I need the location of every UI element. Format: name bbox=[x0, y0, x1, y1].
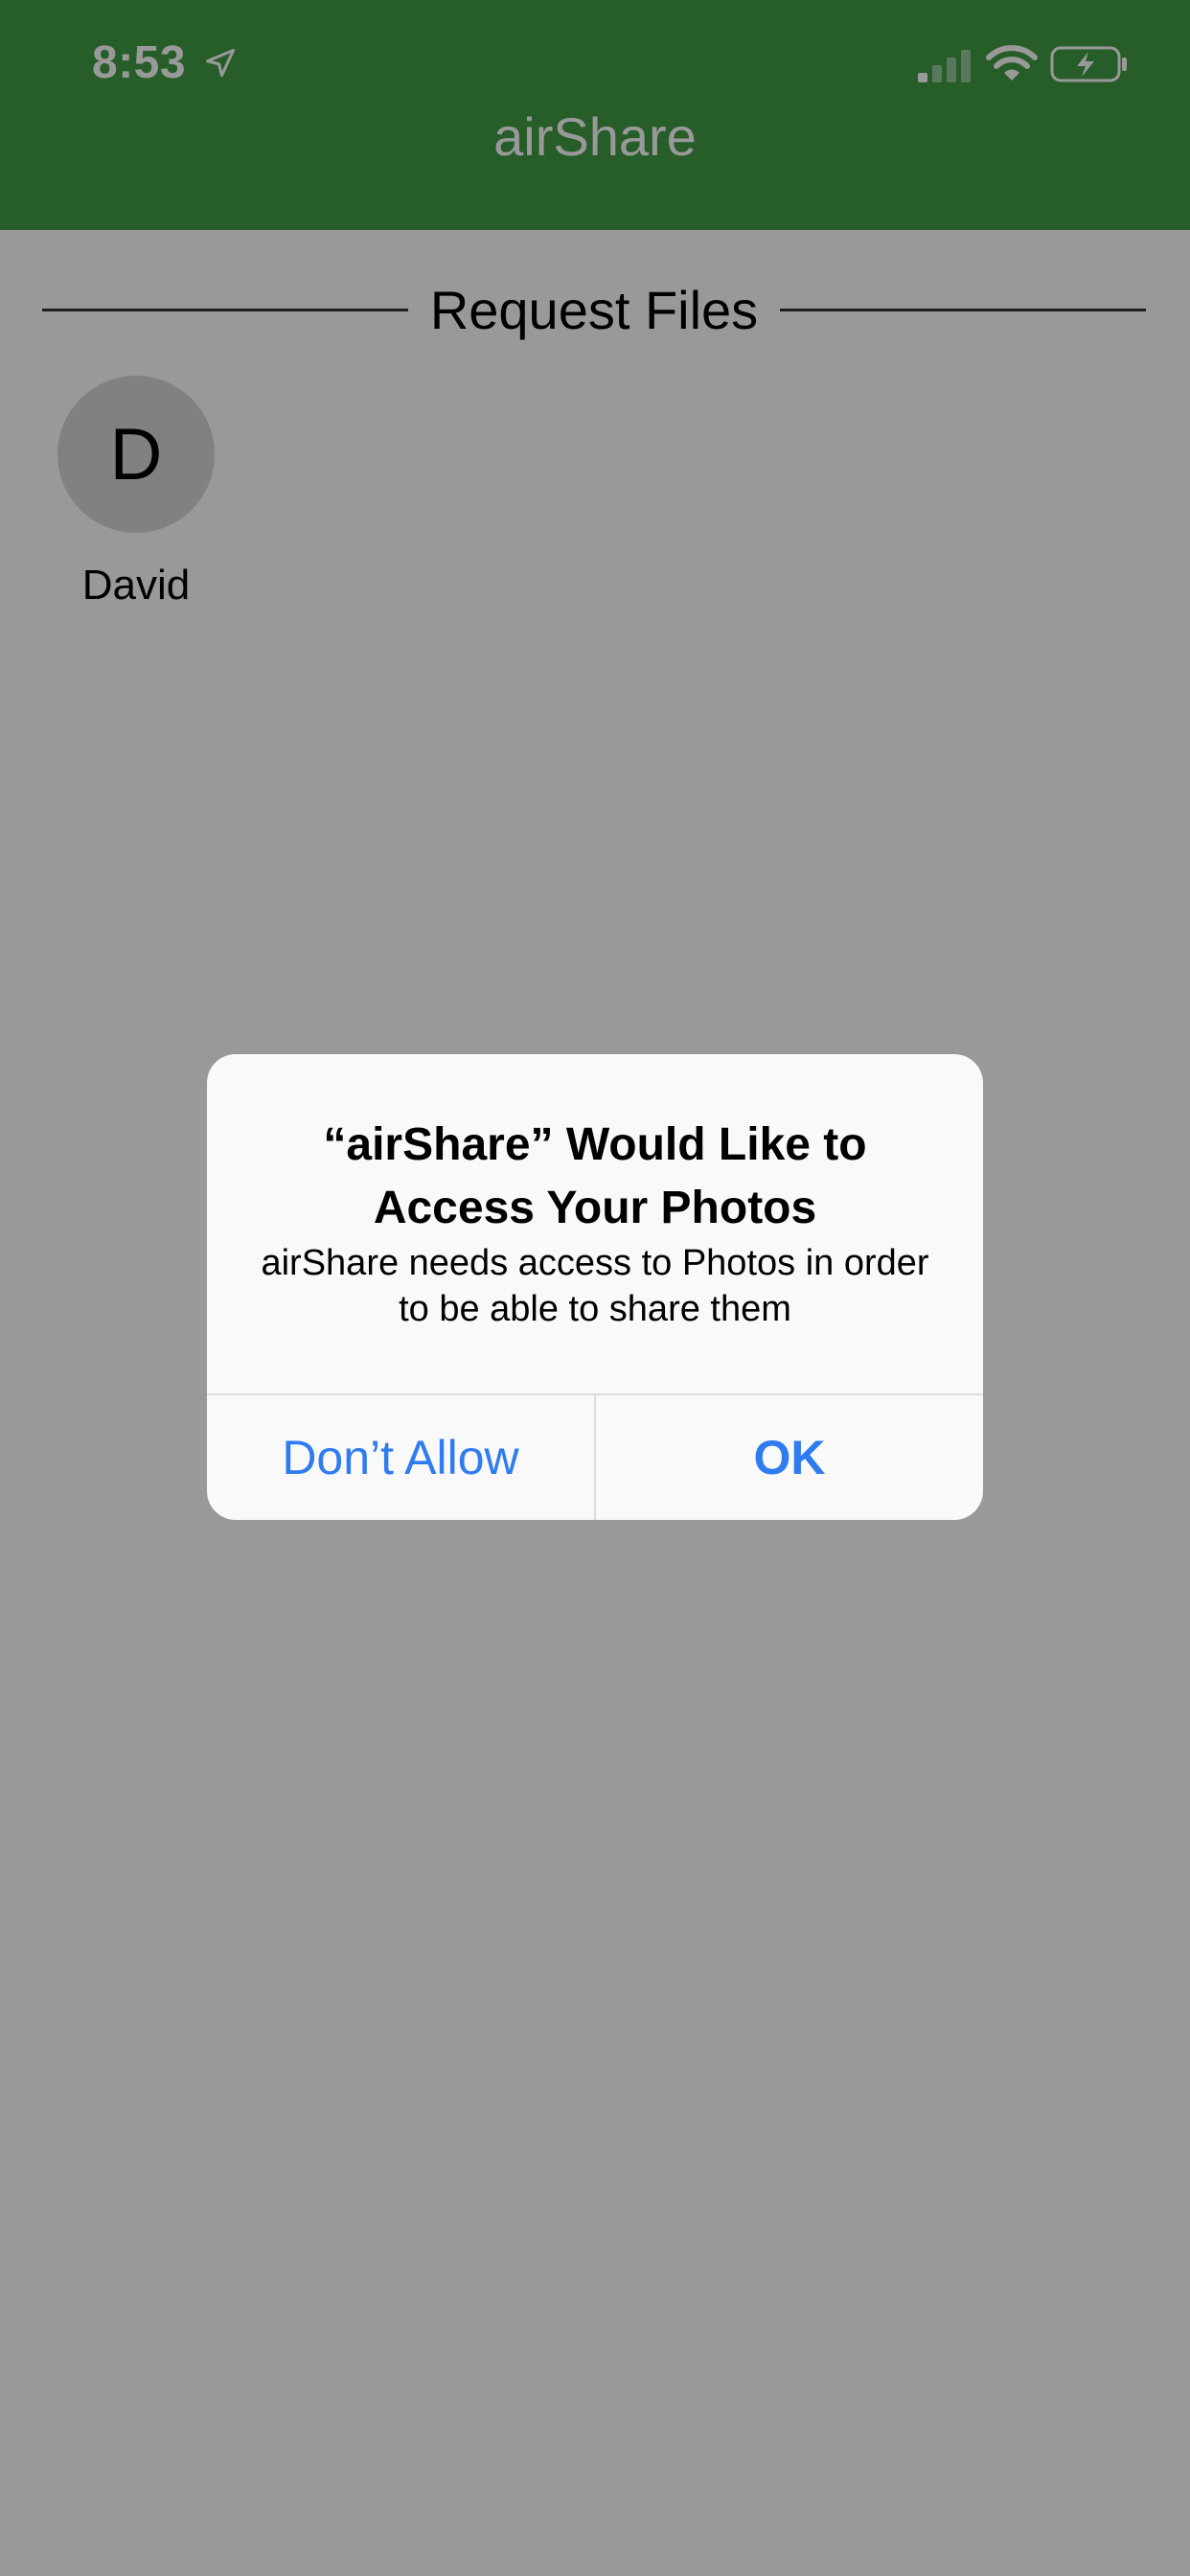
alert-message: airShare needs access to Photos in order… bbox=[261, 1243, 929, 1329]
ok-button[interactable]: OK bbox=[596, 1395, 983, 1520]
permission-alert: “airShare” Would Like to Access Your Pho… bbox=[207, 1054, 983, 1520]
alert-title: “airShare” Would Like to Access Your Pho… bbox=[323, 1119, 867, 1233]
dont-allow-button[interactable]: Don’t Allow bbox=[207, 1395, 594, 1520]
